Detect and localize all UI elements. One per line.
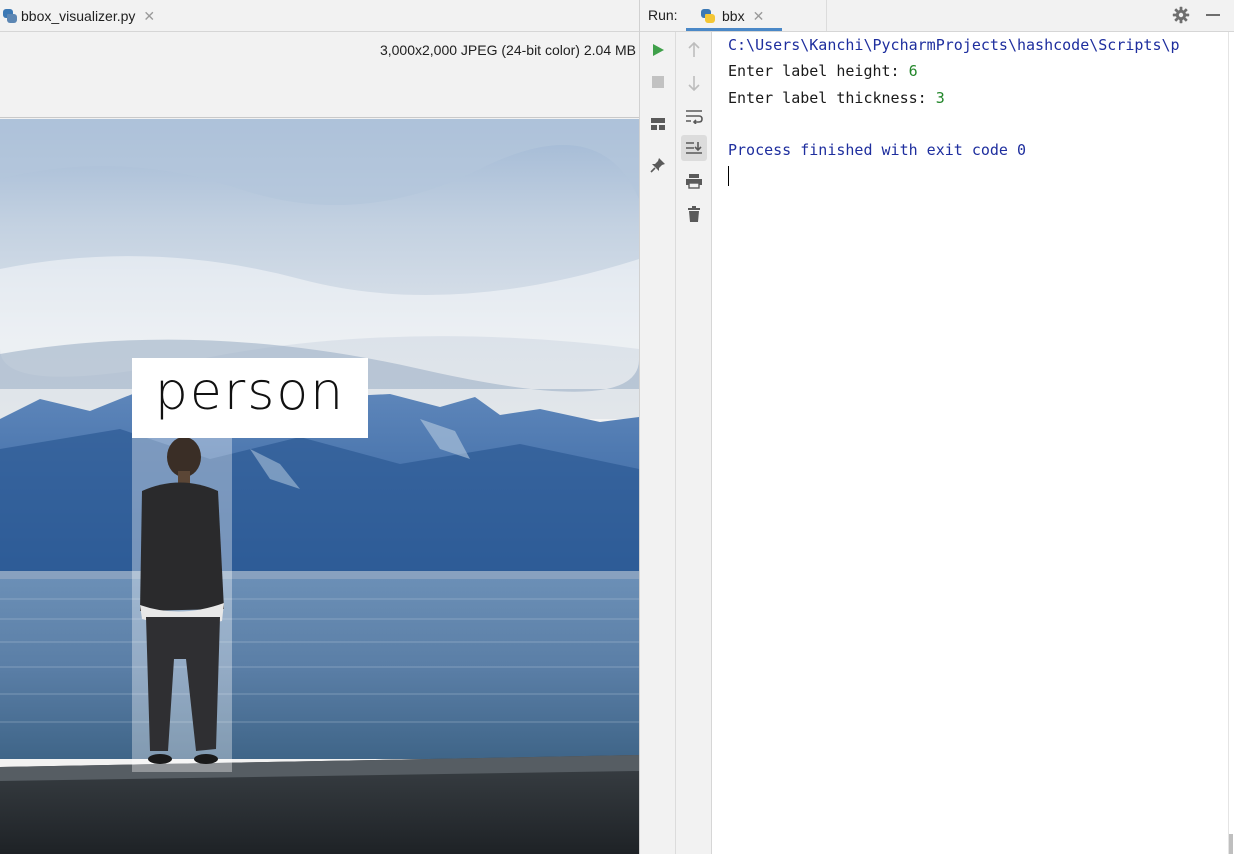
image-editor-pane: bbox_visualizer.py ✕ 3,000x2,000 JPEG (2… [0,0,640,854]
console-line-height: Enter label height: 6 [728,61,918,81]
run-header: Run: bbx ✕ [640,0,1234,32]
lake [0,579,639,759]
run-toolbar-primary [640,32,676,854]
editor-tab-bar: bbox_visualizer.py ✕ [0,0,639,32]
header-divider [826,0,827,31]
lake-photo-with-bbox: person [0,119,639,854]
soft-wrap-icon[interactable] [681,103,707,129]
image-info-bar: 3,000x2,000 JPEG (24-bit color) 2.04 MB [0,32,639,118]
console-input-height: 6 [908,62,918,80]
print-icon[interactable] [681,168,707,194]
image-preview: person [0,119,639,854]
console-prompt-height: Enter label height: [728,62,909,80]
close-icon[interactable]: ✕ [143,9,155,23]
scrollbar-thumb[interactable] [1229,834,1233,854]
run-icon[interactable] [645,37,671,63]
up-arrow-icon[interactable] [681,37,707,63]
image-info-text: 3,000x2,000 JPEG (24-bit color) 2.04 MB [379,42,636,58]
editor-tab-bbox-visualizer[interactable]: bbox_visualizer.py ✕ [0,0,163,31]
console-output[interactable]: C:\Users\Kanchi\PycharmProjects\hashcode… [712,32,1230,854]
active-tab-indicator [686,28,782,31]
bbox-label-text: person [155,362,345,422]
run-title: Run: [648,7,678,23]
down-arrow-icon[interactable] [681,70,707,96]
python-icon [700,8,716,24]
console-command-path[interactable]: C:\Users\Kanchi\PycharmProjects\hashcode… [728,35,1180,55]
run-tab-bbx[interactable]: bbx ✕ [686,0,782,31]
run-tab-label: bbx [722,7,745,24]
console-prompt-thickness: Enter label thickness: [728,89,936,107]
console-exit-message: Process finished with exit code 0 [728,141,1027,159]
console-scrollbar[interactable] [1228,32,1234,854]
text-caret [728,166,729,186]
gear-icon[interactable] [1172,6,1190,24]
trash-icon[interactable] [681,201,707,227]
console-input-thickness: 3 [935,89,945,107]
stop-icon[interactable] [645,69,671,95]
run-tool-window: Run: bbx ✕ C:\Users\Kanchi\PycharmProjec… [640,0,1234,854]
minimize-icon[interactable] [1206,14,1220,16]
layout-icon[interactable] [645,111,671,137]
scroll-to-end-icon[interactable] [681,135,707,161]
run-toolbar-secondary [676,32,712,854]
close-icon[interactable]: ✕ [753,9,765,23]
pin-icon[interactable] [645,152,671,178]
editor-tab-label: bbox_visualizer.py [21,7,136,24]
console-line-thickness: Enter label thickness: 3 [728,88,945,108]
python-file-icon [2,8,18,24]
